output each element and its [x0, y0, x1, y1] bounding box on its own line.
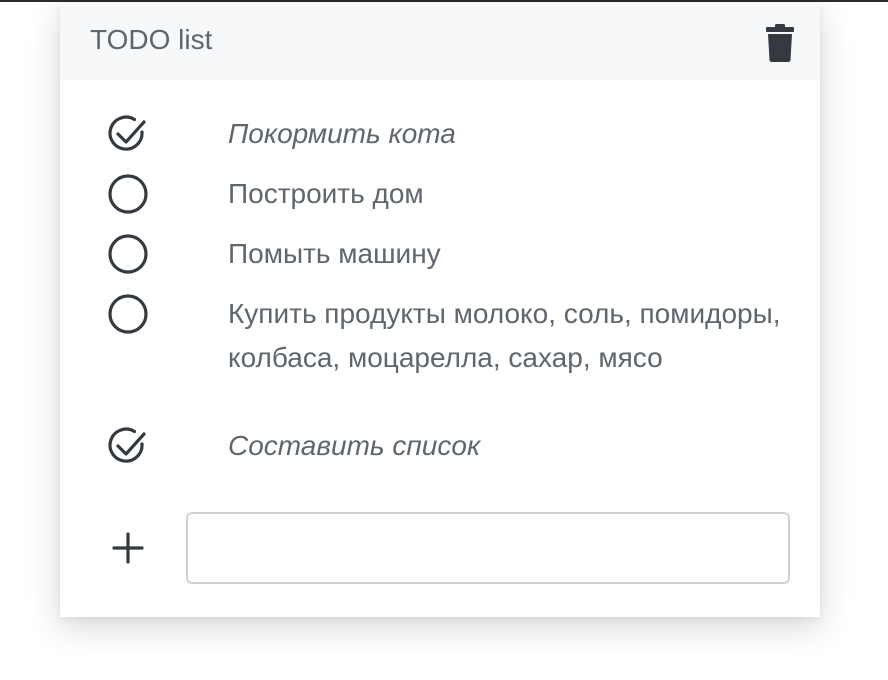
todo-text: Помыть машину — [228, 238, 441, 269]
todo-toggle[interactable] — [106, 172, 150, 216]
add-todo-form — [60, 512, 820, 584]
todo-text: Купить продукты молоко, соль, помидоры, … — [228, 298, 781, 373]
todo-card: TODO list Покормить кота Построить дом П… — [60, 2, 820, 617]
page-title: TODO list — [90, 24, 213, 55]
circle-icon — [108, 174, 148, 214]
new-todo-input[interactable] — [186, 512, 790, 584]
circle-icon — [108, 234, 148, 274]
todo-toggle-done[interactable] — [106, 424, 150, 468]
trash-icon — [766, 24, 794, 62]
todo-toggle[interactable] — [106, 292, 150, 336]
plus-icon — [112, 532, 144, 564]
todo-text: Составить список — [228, 430, 481, 461]
todo-toggle[interactable] — [106, 232, 150, 276]
add-todo-button[interactable] — [106, 526, 150, 570]
todo-text: Построить дом — [228, 178, 424, 209]
todo-toggle-done[interactable] — [106, 112, 150, 156]
circle-icon — [108, 294, 148, 334]
check-circle-icon — [108, 427, 146, 463]
todo-text: Покормить кота — [228, 118, 456, 149]
card-header: TODO list — [60, 2, 820, 80]
clear-list-button[interactable] — [760, 22, 800, 64]
check-circle-icon — [108, 115, 146, 151]
